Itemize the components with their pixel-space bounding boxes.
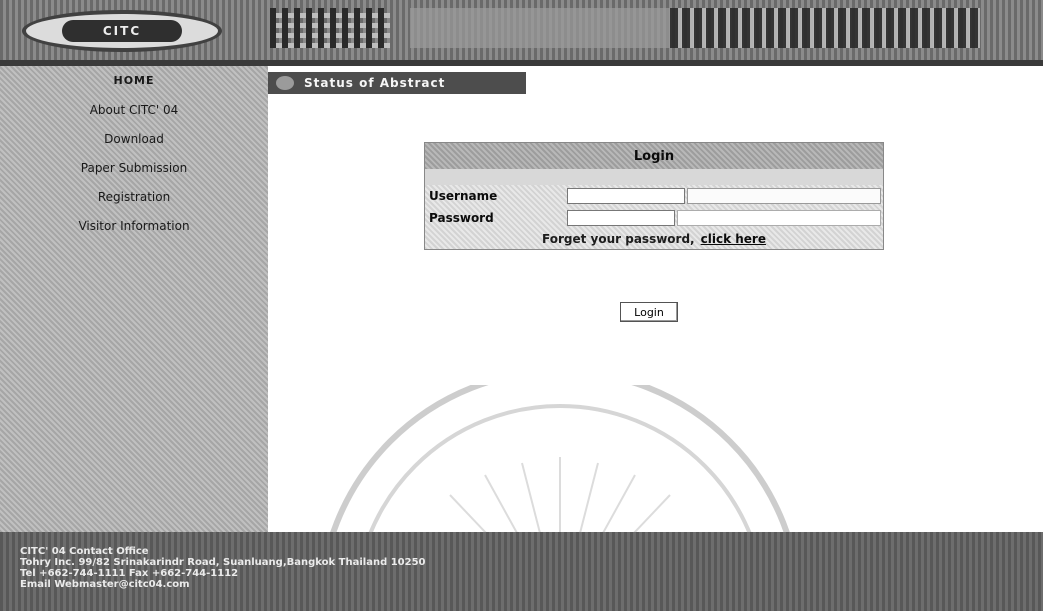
sidebar-item-download[interactable]: Download [0, 124, 268, 153]
login-button[interactable]: Login [620, 302, 678, 322]
forgot-password-text: Forget your password, [542, 232, 695, 246]
header-pattern-left [270, 8, 390, 48]
login-title: Login [633, 148, 675, 164]
footer-address: Tohry Inc. 99/82 Srinakarindr Road, Suan… [20, 557, 426, 568]
login-panel: Login Username Password Forget your pass… [424, 142, 884, 250]
sidebar-item-home[interactable]: HOME [0, 66, 268, 95]
username-label: Username [429, 189, 498, 203]
username-field-extension [687, 188, 881, 204]
forgot-password-link[interactable]: click here [701, 232, 766, 246]
logo-text: CITC [102, 24, 142, 38]
footer-email: Email Webmaster@citc04.com [20, 579, 190, 590]
footer-phone-fax: Tel +662-744-1111 Fax +662-744-1112 [20, 568, 239, 579]
logo-center: CITC [62, 20, 182, 42]
password-label: Password [429, 211, 494, 225]
sidebar-item-registration[interactable]: Registration [0, 182, 268, 211]
header-pattern-right [670, 8, 980, 48]
password-field-extension [677, 210, 881, 226]
header-banner: CITC [0, 0, 1043, 66]
section-title-tab: Status of Abstract [268, 72, 526, 94]
password-row: Password [425, 207, 883, 229]
header-pattern-middle [410, 8, 670, 48]
sidebar-nav: HOME About CITC' 04 Download Paper Submi… [0, 66, 268, 532]
login-title-bar: Login [425, 143, 883, 169]
sidebar-item-about[interactable]: About CITC' 04 [0, 95, 268, 124]
footer-contact-title: CITC' 04 Contact Office [20, 546, 149, 557]
section-title: Status of Abstract [304, 76, 446, 90]
sidebar-item-visitor-information[interactable]: Visitor Information [0, 211, 268, 240]
bullet-icon [276, 76, 294, 90]
password-input[interactable] [567, 210, 675, 226]
username-input[interactable] [567, 188, 685, 204]
footer-contact: CITC' 04 Contact Office Tohry Inc. 99/82… [0, 532, 1043, 611]
sidebar-item-paper-submission[interactable]: Paper Submission [0, 153, 268, 182]
login-divider [425, 169, 883, 185]
forgot-password-row: Forget your password, click here [425, 229, 883, 249]
username-row: Username [425, 185, 883, 207]
citc-logo: CITC [22, 10, 222, 52]
